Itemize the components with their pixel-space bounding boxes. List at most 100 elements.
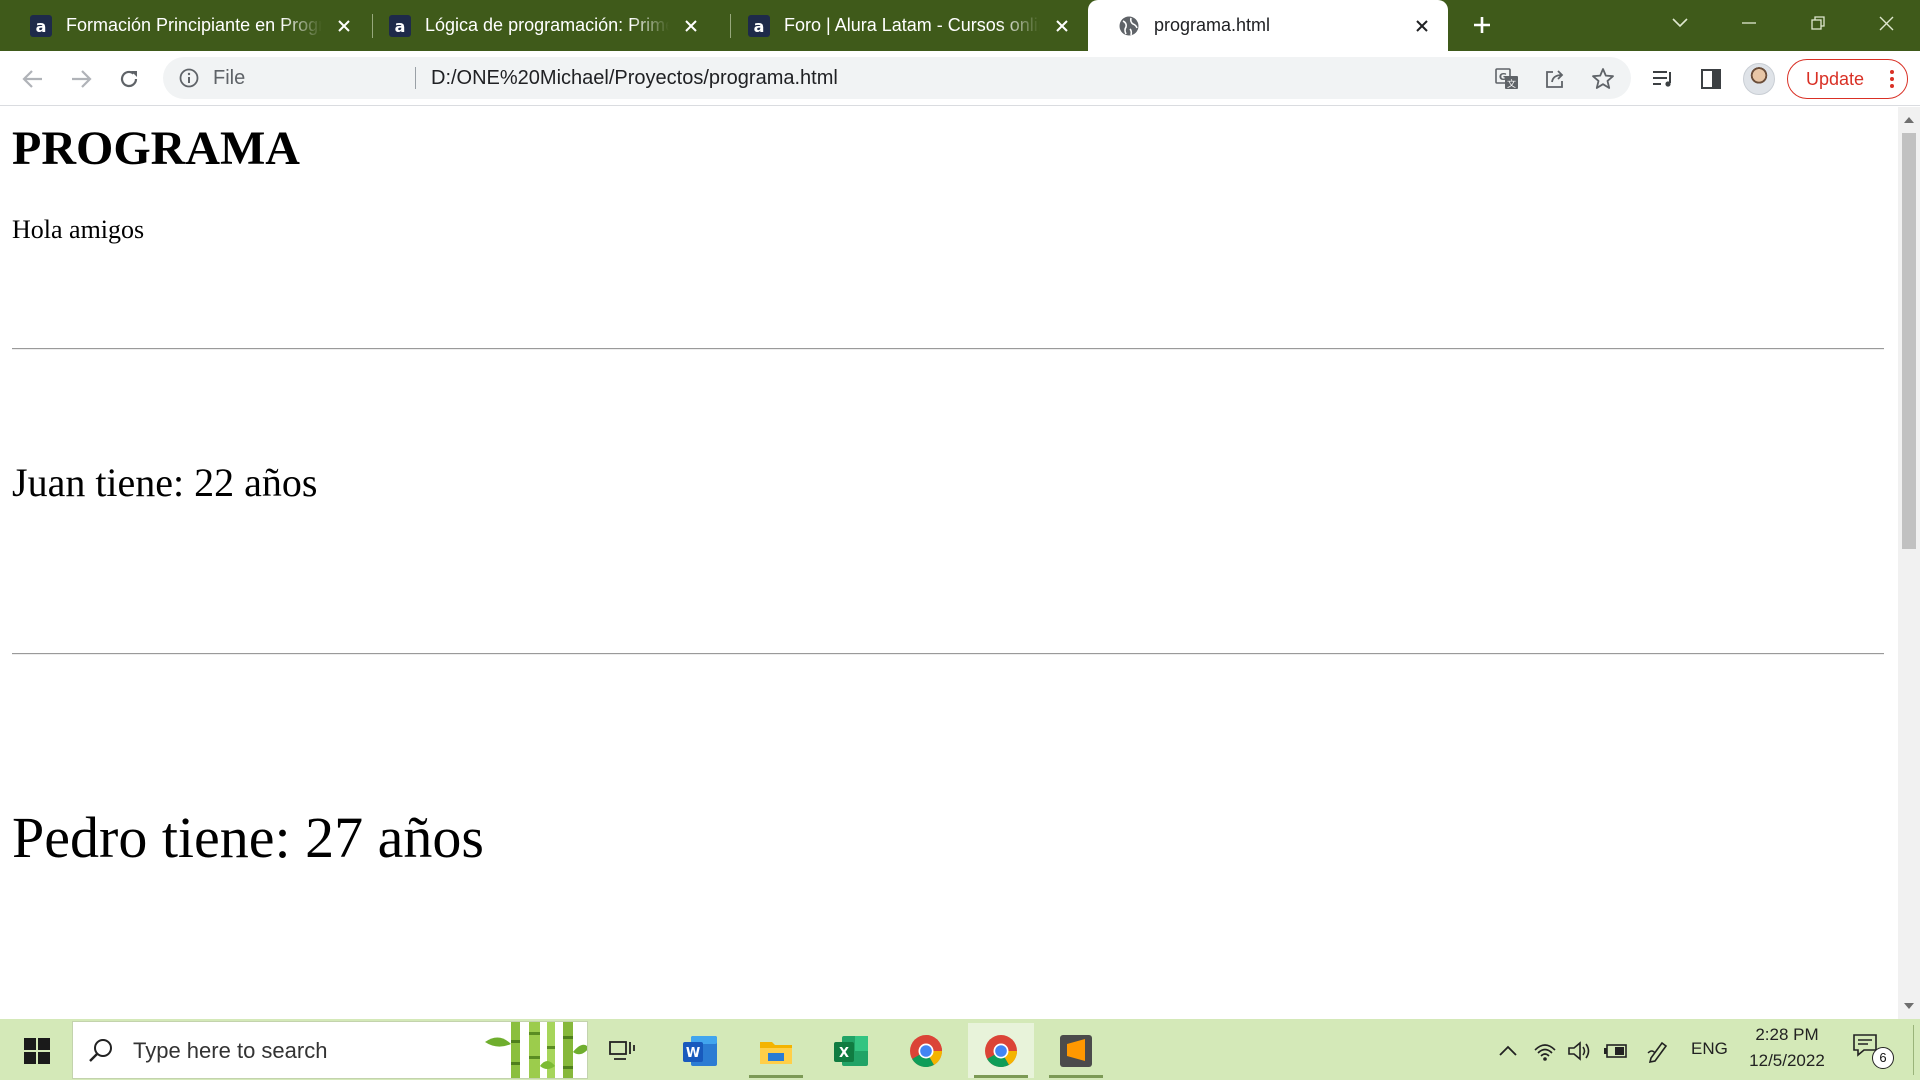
- excel-icon: X: [834, 1035, 868, 1066]
- horizontal-rule: [12, 653, 1884, 655]
- restore-icon: [1810, 16, 1825, 30]
- profile-avatar[interactable]: [1743, 63, 1775, 95]
- word-app-button[interactable]: W: [667, 1023, 733, 1078]
- windows-logo-icon: [24, 1038, 50, 1064]
- arrow-left-icon: [22, 70, 42, 88]
- search-placeholder: Type here to search: [133, 1038, 328, 1063]
- svg-text:文: 文: [1507, 78, 1516, 90]
- restore-button[interactable]: [1783, 0, 1852, 46]
- scroll-down-arrow-icon[interactable]: [1903, 1000, 1915, 1012]
- tab-title: Foro | Alura Latam - Cursos online: [784, 15, 1040, 35]
- wifi-icon: [1534, 1044, 1556, 1061]
- clock-time[interactable]: 2:28 PM: [1755, 1025, 1819, 1045]
- search-icon: [89, 1039, 112, 1062]
- update-button[interactable]: Update: [1787, 59, 1908, 99]
- star-icon: [1592, 68, 1614, 89]
- tab-programa-html[interactable]: programa.html: [1088, 0, 1448, 51]
- tab-title: Lógica de programación: Primero: [425, 15, 669, 35]
- tab-formacion-principiante[interactable]: a Formación Principiante en Progra: [0, 0, 370, 51]
- translate-button[interactable]: G文: [1493, 65, 1521, 93]
- sublime-text-icon: [1060, 1034, 1092, 1067]
- alura-favicon-icon: a: [748, 14, 770, 37]
- update-label: Update: [1806, 69, 1865, 89]
- svg-text:a: a: [395, 17, 406, 36]
- address-bar[interactable]: File D:/ONE%20Michael/Proyectos/programa…: [163, 57, 1631, 99]
- browser-toolbar: File D:/ONE%20Michael/Proyectos/programa…: [0, 51, 1920, 106]
- new-tab-button[interactable]: [1466, 9, 1498, 41]
- url-text[interactable]: D:/ONE%20Michael/Proyectos/programa.html: [431, 67, 838, 90]
- tab-title: programa.html: [1154, 15, 1271, 35]
- address-separator: [415, 67, 416, 89]
- network-status[interactable]: [1532, 1037, 1558, 1065]
- side-panel-icon: [1701, 69, 1721, 89]
- taskbar-search-box[interactable]: Type here to search: [72, 1021, 588, 1079]
- scrollbar-thumb[interactable]: [1902, 133, 1916, 549]
- reload-icon: [120, 70, 138, 88]
- chrome-icon: [910, 1034, 943, 1067]
- chrome-app-button[interactable]: [893, 1023, 959, 1078]
- scroll-up-arrow-icon[interactable]: [1903, 114, 1915, 126]
- start-button[interactable]: [14, 1033, 60, 1069]
- side-panel-button[interactable]: [1694, 62, 1728, 96]
- pen-icon: [1647, 1041, 1668, 1063]
- notification-count-badge: 6: [1872, 1047, 1894, 1069]
- file-explorer-app-button[interactable]: [743, 1023, 809, 1078]
- tab-foro-alura[interactable]: a Foro | Alura Latam - Cursos online: [718, 0, 1088, 51]
- chrome-active-app-button[interactable]: [968, 1023, 1034, 1078]
- close-icon: [1879, 16, 1894, 30]
- input-language-indicator[interactable]: ENG: [1691, 1039, 1728, 1059]
- battery-icon: [1604, 1044, 1627, 1058]
- forward-button[interactable]: [64, 62, 98, 96]
- chevron-up-icon: [1499, 1045, 1517, 1056]
- minimize-icon: [1741, 22, 1756, 24]
- volume-control[interactable]: [1566, 1037, 1592, 1065]
- show-hidden-icons-button[interactable]: [1496, 1037, 1520, 1065]
- tab-logica-de-programacion[interactable]: a Lógica de programación: Primero: [359, 0, 717, 51]
- svg-text:a: a: [36, 17, 47, 36]
- share-icon: [1546, 70, 1564, 88]
- windows-taskbar: Type here to search W X ENG 2:28 PM 12/5…: [0, 1019, 1920, 1080]
- close-tab-icon[interactable]: [677, 12, 705, 40]
- translate-icon: G文: [1495, 68, 1518, 90]
- task-view-button[interactable]: [590, 1023, 656, 1078]
- show-desktop-button[interactable]: [1913, 1025, 1914, 1075]
- age-line-pedro: Pedro tiene: 27 años: [12, 805, 484, 870]
- pen-workspace-button[interactable]: [1645, 1037, 1671, 1065]
- plus-icon: [1474, 17, 1490, 33]
- battery-status[interactable]: [1602, 1037, 1630, 1065]
- arrow-right-icon: [72, 70, 92, 88]
- close-tab-icon[interactable]: [1408, 12, 1436, 40]
- close-tab-icon[interactable]: [330, 12, 358, 40]
- svg-text:a: a: [754, 17, 765, 36]
- horizontal-rule: [12, 348, 1884, 350]
- page-heading: PROGRAMA: [12, 122, 300, 175]
- alura-favicon-icon: a: [389, 14, 411, 37]
- chevron-down-icon: [1671, 18, 1688, 28]
- close-window-button[interactable]: [1852, 0, 1920, 46]
- page-viewport: PROGRAMA Hola amigos Juan tiene: 22 años…: [0, 107, 1898, 1019]
- age-line-juan: Juan tiene: 22 años: [12, 460, 318, 505]
- minimize-button[interactable]: [1714, 0, 1783, 46]
- file-explorer-icon: [760, 1041, 792, 1064]
- back-button[interactable]: [16, 62, 50, 96]
- scheme-label: File: [213, 67, 246, 89]
- tab-search-button[interactable]: [1645, 0, 1714, 46]
- kebab-menu-icon: [1890, 70, 1894, 88]
- speaker-icon: [1568, 1041, 1590, 1061]
- globe-icon: [1118, 15, 1140, 37]
- share-button[interactable]: [1541, 65, 1569, 93]
- clock-date[interactable]: 12/5/2022: [1742, 1051, 1832, 1071]
- excel-app-button[interactable]: X: [818, 1023, 884, 1078]
- info-icon[interactable]: [179, 68, 199, 88]
- chrome-icon: [985, 1034, 1018, 1067]
- reading-list-button[interactable]: [1646, 62, 1680, 96]
- close-tab-icon[interactable]: [1048, 12, 1076, 40]
- action-center-button[interactable]: 6: [1850, 1033, 1900, 1073]
- reload-button[interactable]: [112, 62, 146, 96]
- tab-title: Formación Principiante en Progra: [66, 15, 322, 35]
- vertical-scrollbar[interactable]: [1898, 107, 1920, 1019]
- word-icon: W: [683, 1035, 717, 1066]
- alura-favicon-icon: a: [30, 14, 52, 37]
- sublime-text-app-button[interactable]: [1043, 1023, 1109, 1078]
- bookmark-button[interactable]: [1589, 65, 1617, 93]
